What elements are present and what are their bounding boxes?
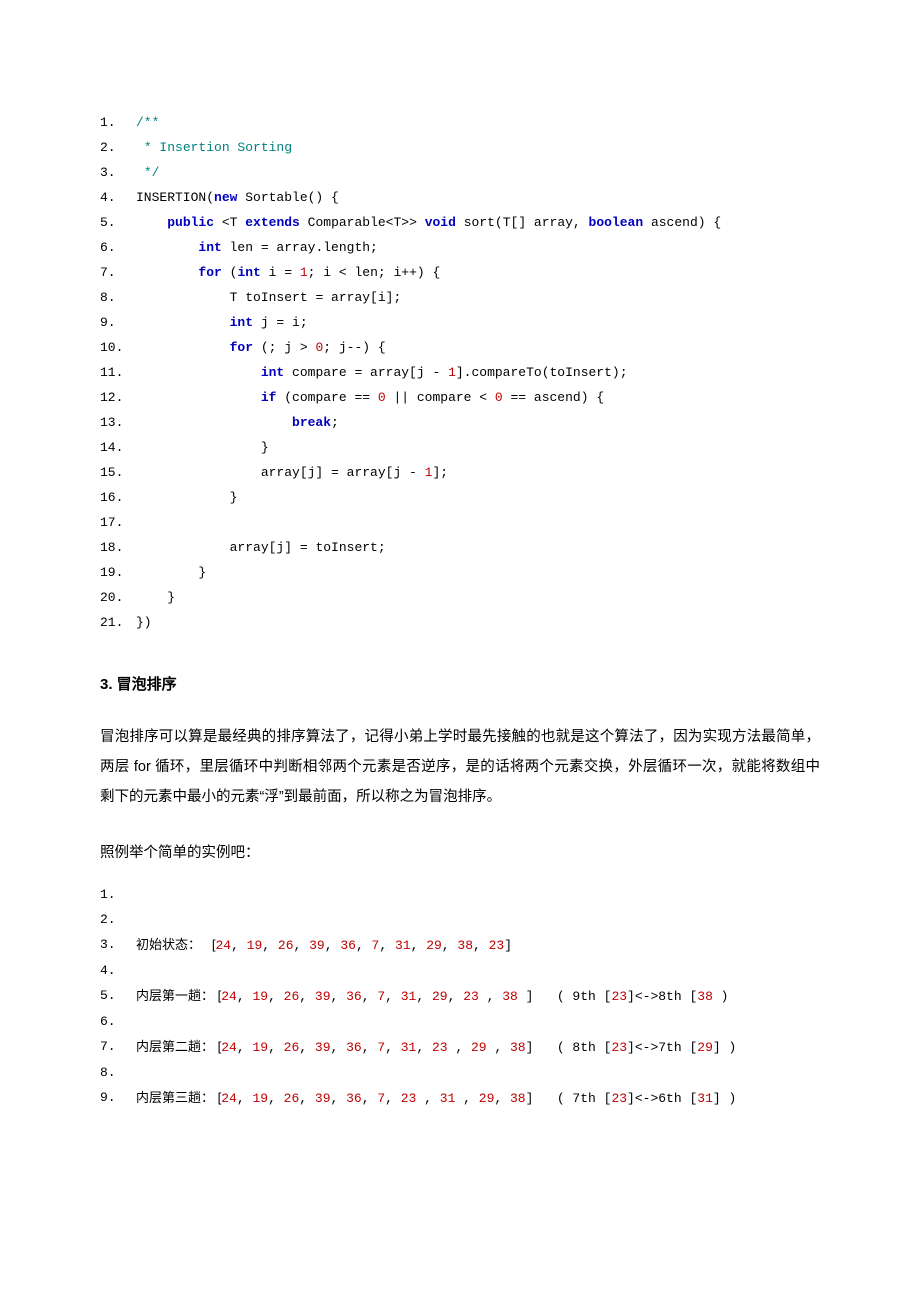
- line-number: 6.: [100, 1009, 132, 1034]
- trace-block-bubble-sort-example: 1.2.3.初始状态： [24, 19, 26, 39, 36, 7, 31, …: [100, 882, 820, 1111]
- line-number: 7.: [100, 1034, 132, 1059]
- line-number: 13.: [100, 410, 132, 435]
- line-number: 1.: [100, 110, 132, 135]
- code-content: }): [132, 610, 820, 635]
- line-number: 18.: [100, 535, 132, 560]
- line-number: 19.: [100, 560, 132, 585]
- code-line: 7. for (int i = 1; i < len; i++) {: [100, 260, 820, 285]
- line-number: 21.: [100, 610, 132, 635]
- trace-content: 初始状态： [24, 19, 26, 39, 36, 7, 31, 29, 38…: [132, 932, 820, 958]
- line-number: 8.: [100, 285, 132, 310]
- code-content: break;: [132, 410, 820, 435]
- line-number: 9.: [100, 310, 132, 335]
- line-number: 10.: [100, 335, 132, 360]
- code-line: 11. int compare = array[j - 1].compareTo…: [100, 360, 820, 385]
- code-line: 21.}): [100, 610, 820, 635]
- code-line: 15. array[j] = array[j - 1];: [100, 460, 820, 485]
- trace-content: 内层第二趟： [24, 19, 26, 39, 36, 7, 31, 23 , …: [132, 1034, 820, 1060]
- code-line: 13. break;: [100, 410, 820, 435]
- trace-line: 4.: [100, 958, 820, 983]
- code-content: /**: [132, 110, 820, 135]
- trace-content: 内层第一趟： [24, 19, 26, 39, 36, 7, 31, 29, 2…: [132, 983, 820, 1009]
- code-line: 19. }: [100, 560, 820, 585]
- code-block-insertion-sort: 1./**2. * Insertion Sorting3. */4.INSERT…: [100, 110, 820, 635]
- line-number: 3.: [100, 160, 132, 185]
- trace-line: 6.: [100, 1009, 820, 1034]
- code-content: T toInsert = array[i];: [132, 285, 820, 310]
- code-content: if (compare == 0 || compare < 0 == ascen…: [132, 385, 820, 410]
- trace-line: 2.: [100, 907, 820, 932]
- code-content: array[j] = array[j - 1];: [132, 460, 820, 485]
- line-number: 12.: [100, 385, 132, 410]
- code-content: for (; j > 0; j--) {: [132, 335, 820, 360]
- code-line: 14. }: [100, 435, 820, 460]
- line-number: 9.: [100, 1085, 132, 1110]
- code-line: 18. array[j] = toInsert;: [100, 535, 820, 560]
- line-number: 20.: [100, 585, 132, 610]
- code-line: 20. }: [100, 585, 820, 610]
- code-content: }: [132, 435, 820, 460]
- section-paragraph: 冒泡排序可以算是最经典的排序算法了，记得小弟上学时最先接触的也就是这个算法了，因…: [100, 722, 820, 812]
- line-number: 6.: [100, 235, 132, 260]
- line-number: 17.: [100, 510, 132, 535]
- code-content: * Insertion Sorting: [132, 135, 820, 160]
- line-number: 3.: [100, 932, 132, 957]
- document-page: 1./**2. * Insertion Sorting3. */4.INSERT…: [0, 0, 920, 1302]
- code-content: int j = i;: [132, 310, 820, 335]
- code-content: */: [132, 160, 820, 185]
- trace-line: 3.初始状态： [24, 19, 26, 39, 36, 7, 31, 29, …: [100, 932, 820, 958]
- code-line: 8. T toInsert = array[i];: [100, 285, 820, 310]
- code-line: 6. int len = array.length;: [100, 235, 820, 260]
- code-line: 9. int j = i;: [100, 310, 820, 335]
- line-number: 5.: [100, 983, 132, 1008]
- trace-line: 7.内层第二趟： [24, 19, 26, 39, 36, 7, 31, 23 …: [100, 1034, 820, 1060]
- line-number: 4.: [100, 958, 132, 983]
- code-content: }: [132, 560, 820, 585]
- code-content: }: [132, 585, 820, 610]
- section-heading-bubble-sort: 3. 冒泡排序: [100, 673, 820, 694]
- line-number: 1.: [100, 882, 132, 907]
- code-content: INSERTION(new Sortable() {: [132, 185, 820, 210]
- line-number: 7.: [100, 260, 132, 285]
- trace-line: 8.: [100, 1060, 820, 1085]
- line-number: 2.: [100, 135, 132, 160]
- code-content: array[j] = toInsert;: [132, 535, 820, 560]
- code-line: 10. for (; j > 0; j--) {: [100, 335, 820, 360]
- line-number: 8.: [100, 1060, 132, 1085]
- code-line: 16. }: [100, 485, 820, 510]
- line-number: 16.: [100, 485, 132, 510]
- code-line: 2. * Insertion Sorting: [100, 135, 820, 160]
- section-paragraph-example-intro: 照例举个简单的实例吧：: [100, 838, 820, 868]
- code-line: 4.INSERTION(new Sortable() {: [100, 185, 820, 210]
- trace-line: 5.内层第一趟： [24, 19, 26, 39, 36, 7, 31, 29,…: [100, 983, 820, 1009]
- code-line: 1./**: [100, 110, 820, 135]
- code-content: public <T extends Comparable<T>> void so…: [132, 210, 820, 235]
- trace-content: 内层第三趟： [24, 19, 26, 39, 36, 7, 23 , 31 ,…: [132, 1085, 820, 1111]
- code-line: 3. */: [100, 160, 820, 185]
- line-number: 11.: [100, 360, 132, 385]
- trace-line: 1.: [100, 882, 820, 907]
- trace-line: 9.内层第三趟： [24, 19, 26, 39, 36, 7, 23 , 31…: [100, 1085, 820, 1111]
- code-content: for (int i = 1; i < len; i++) {: [132, 260, 820, 285]
- line-number: 15.: [100, 460, 132, 485]
- code-content: int len = array.length;: [132, 235, 820, 260]
- line-number: 14.: [100, 435, 132, 460]
- line-number: 5.: [100, 210, 132, 235]
- line-number: 2.: [100, 907, 132, 932]
- line-number: 4.: [100, 185, 132, 210]
- code-line: 5. public <T extends Comparable<T>> void…: [100, 210, 820, 235]
- code-content: int compare = array[j - 1].compareTo(toI…: [132, 360, 820, 385]
- code-line: 17.: [100, 510, 820, 535]
- code-content: }: [132, 485, 820, 510]
- code-line: 12. if (compare == 0 || compare < 0 == a…: [100, 385, 820, 410]
